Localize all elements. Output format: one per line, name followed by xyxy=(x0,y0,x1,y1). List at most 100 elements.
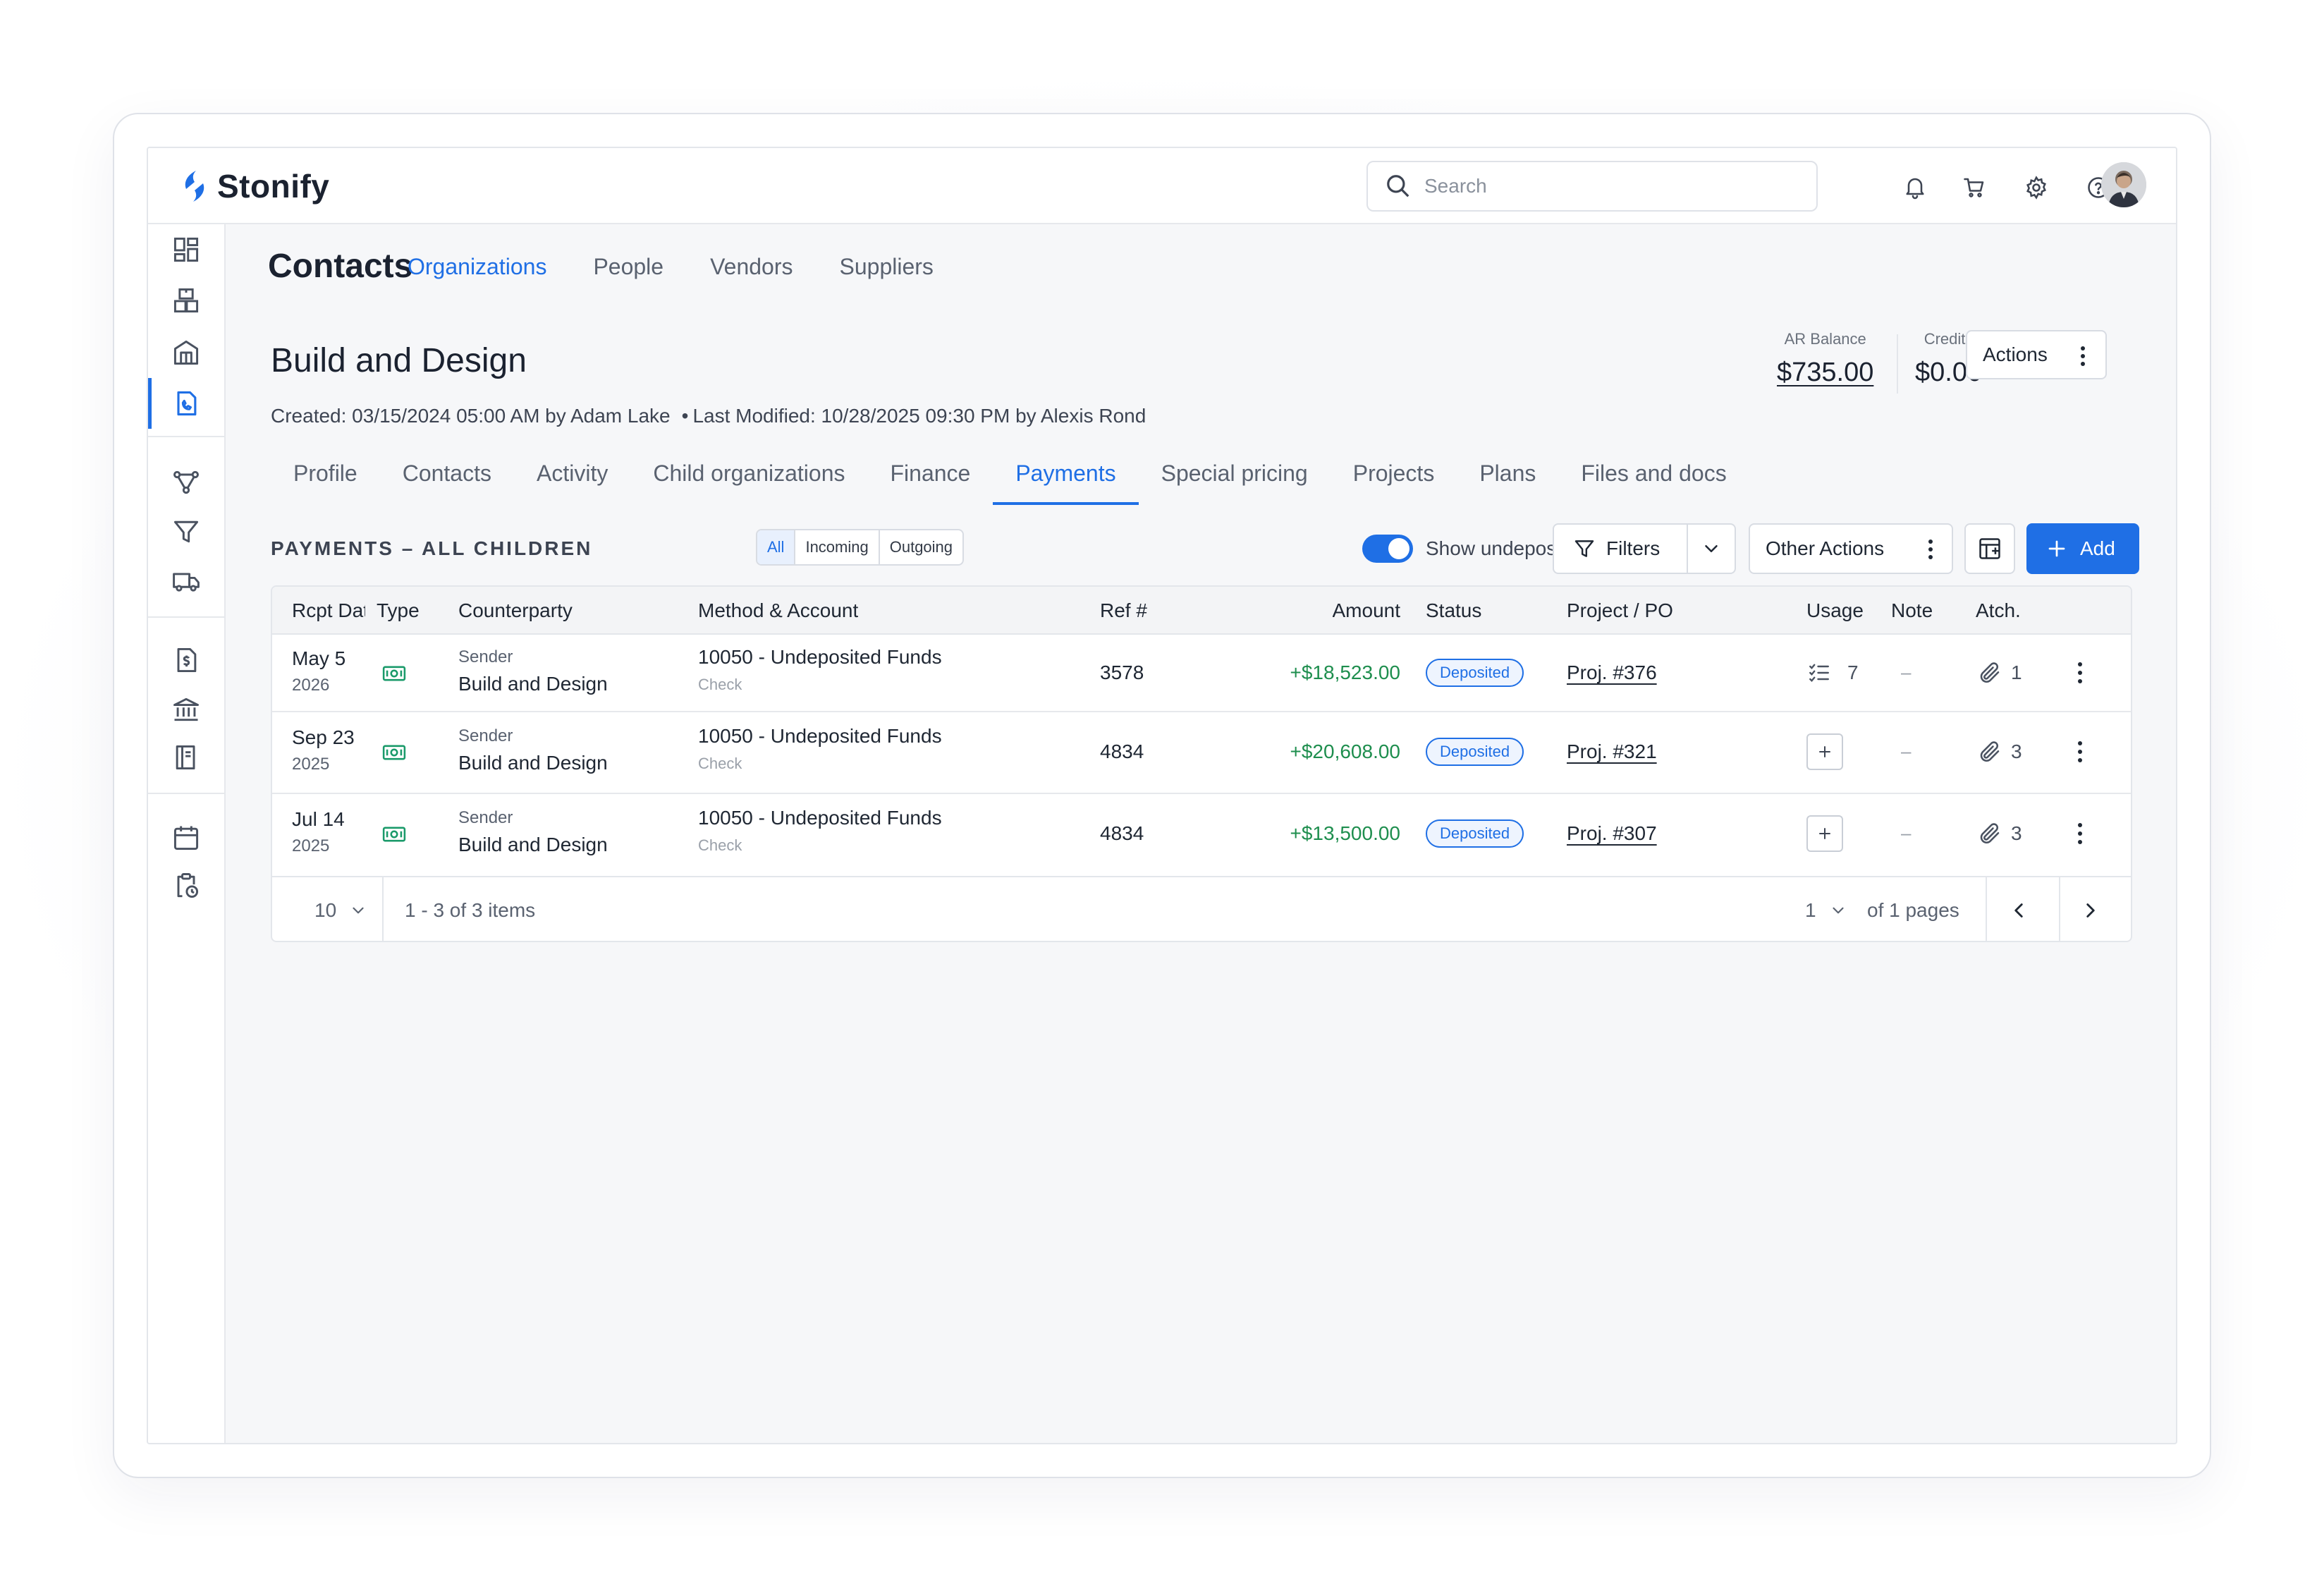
amount: +$20,608.00 xyxy=(1290,740,1401,762)
page-select[interactable]: 1 xyxy=(1805,877,1847,941)
sidebar-item-schedule[interactable] xyxy=(148,860,224,911)
attachments-count: 3 xyxy=(2011,740,2022,762)
column-settings-button[interactable] xyxy=(1964,523,2015,574)
row-more-button[interactable] xyxy=(2077,662,2083,684)
table-row[interactable]: Jul 14 2025 Sender Build and Design 1005… xyxy=(272,794,2131,876)
prev-page-button[interactable] xyxy=(2007,898,2031,922)
add-payment-button[interactable]: Add xyxy=(2026,523,2139,574)
usage-count[interactable]: 7 xyxy=(1806,660,1859,685)
row-year: 2025 xyxy=(292,755,330,774)
sidebar-item-banking[interactable] xyxy=(148,684,224,735)
attachments[interactable]: 1 xyxy=(1977,660,2022,685)
page-size-value: 10 xyxy=(314,899,337,921)
contacts-book-icon xyxy=(177,391,197,416)
sidebar-item-dashboard[interactable] xyxy=(148,224,224,275)
search-box[interactable] xyxy=(1366,161,1818,212)
col-counterparty[interactable]: Counterparty xyxy=(458,587,573,635)
segment-outgoing[interactable]: Outgoing xyxy=(880,530,962,564)
attachments[interactable]: 3 xyxy=(1977,821,2022,846)
tab-organizations[interactable]: Organizations xyxy=(408,251,546,282)
sidebar-item-inventory[interactable] xyxy=(148,275,224,326)
col-ref[interactable]: Ref # xyxy=(1100,587,1147,635)
payments-table: Rcpt Date Type Counterparty Method & Acc… xyxy=(271,585,2132,942)
items-count: 1 - 3 of 3 items xyxy=(405,899,536,921)
cart-button[interactable] xyxy=(1960,173,1988,202)
search-icon xyxy=(1387,175,1409,197)
tab-vendors[interactable]: Vendors xyxy=(710,251,793,282)
notifications-button[interactable] xyxy=(1901,173,1929,202)
col-note[interactable]: Note xyxy=(1891,587,1933,635)
attachments-count: 3 xyxy=(2011,822,2022,844)
next-page-button[interactable] xyxy=(2079,898,2103,922)
filters-dropdown-button[interactable] xyxy=(1687,523,1736,574)
user-avatar[interactable] xyxy=(2101,162,2146,207)
segment-all[interactable]: All xyxy=(757,530,796,564)
modified-info: Last Modified: 10/28/2025 09:30 PM by Al… xyxy=(692,405,1146,427)
table-row[interactable]: Sep 23 2025 Sender Build and Design 1005… xyxy=(272,712,2131,794)
ar-balance: AR Balance $735.00 xyxy=(1777,329,1873,391)
col-status[interactable]: Status xyxy=(1426,587,1481,635)
sidebar-item-invoices[interactable] xyxy=(148,635,224,685)
plus-icon xyxy=(1819,828,1830,839)
actions-button[interactable]: Actions xyxy=(1966,330,2107,379)
tab-finance[interactable]: Finance xyxy=(867,449,993,505)
table-columns-icon xyxy=(1979,538,2000,559)
tab-files-and-docs[interactable]: Files and docs xyxy=(1558,449,1749,505)
add-label: Add xyxy=(2080,537,2115,559)
tab-people[interactable]: People xyxy=(593,251,663,282)
sidebar-item-shipping[interactable] xyxy=(148,556,224,606)
stonify-logo-icon xyxy=(185,171,204,202)
amount: +$18,523.00 xyxy=(1290,662,1401,683)
tab-child-organizations[interactable]: Child organizations xyxy=(630,449,867,505)
col-amount[interactable]: Amount xyxy=(1333,587,1401,635)
ar-balance-value[interactable]: $735.00 xyxy=(1777,354,1873,391)
search-input[interactable] xyxy=(1424,175,1791,197)
project-link[interactable]: Proj. #376 xyxy=(1567,662,1657,684)
sidebar-item-ledger[interactable] xyxy=(148,732,224,783)
settings-button[interactable] xyxy=(2022,173,2050,202)
page-size-select[interactable]: 10 xyxy=(314,877,367,941)
table-row[interactable]: May 5 2026 Sender Build and Design 10050… xyxy=(272,635,2131,712)
attachments-count: 1 xyxy=(2011,662,2022,683)
tab-suppliers[interactable]: Suppliers xyxy=(840,251,934,282)
col-attachments[interactable]: Atch. xyxy=(1976,587,2021,635)
tab-payments[interactable]: Payments xyxy=(993,449,1139,505)
tab-contacts[interactable]: Contacts xyxy=(380,449,514,505)
project-link[interactable]: Proj. #307 xyxy=(1567,822,1657,845)
add-usage-button[interactable] xyxy=(1806,815,1843,852)
col-project-po[interactable]: Project / PO xyxy=(1567,587,1673,635)
sidebar-item-funnel[interactable] xyxy=(148,506,224,557)
other-actions-button[interactable]: Other Actions xyxy=(1749,523,1953,574)
col-type[interactable]: Type xyxy=(377,587,420,635)
sidebar-item-workflows[interactable] xyxy=(148,457,224,508)
attachments[interactable]: 3 xyxy=(1977,739,2022,764)
show-undeposited-toggle[interactable] xyxy=(1362,535,1413,563)
app-logo[interactable]: Stonify xyxy=(181,164,329,209)
col-method-account[interactable]: Method & Account xyxy=(698,587,858,635)
filters-button[interactable]: Filters xyxy=(1553,523,1688,574)
truck-icon xyxy=(173,573,200,592)
col-rcpt-date[interactable]: Rcpt Date xyxy=(292,587,365,635)
method-account: 10050 - Undeposited Funds xyxy=(698,725,942,747)
ref-number: 3578 xyxy=(1100,662,1144,683)
segment-incoming[interactable]: Incoming xyxy=(795,530,880,564)
chevron-left-icon xyxy=(2014,903,2023,918)
status-badge: Deposited xyxy=(1426,819,1524,848)
paperclip-icon xyxy=(1980,823,2000,844)
sidebar-item-calendar[interactable] xyxy=(148,812,224,863)
tab-special-pricing[interactable]: Special pricing xyxy=(1139,449,1331,505)
dashboard-icon xyxy=(173,237,199,262)
method-sub: Check xyxy=(698,676,742,693)
sidebar-item-warehouse[interactable] xyxy=(148,327,224,378)
row-more-button[interactable] xyxy=(2077,822,2083,845)
tab-projects[interactable]: Projects xyxy=(1331,449,1457,505)
add-usage-button[interactable] xyxy=(1806,733,1843,770)
row-more-button[interactable] xyxy=(2077,740,2083,763)
sidebar-item-contacts[interactable] xyxy=(148,378,224,429)
col-usage[interactable]: Usage xyxy=(1806,587,1864,635)
sidebar-nav xyxy=(148,224,226,1443)
tab-profile[interactable]: Profile xyxy=(271,449,380,505)
project-link[interactable]: Proj. #321 xyxy=(1567,740,1657,763)
tab-activity[interactable]: Activity xyxy=(514,449,630,505)
tab-plans[interactable]: Plans xyxy=(1457,449,1558,505)
